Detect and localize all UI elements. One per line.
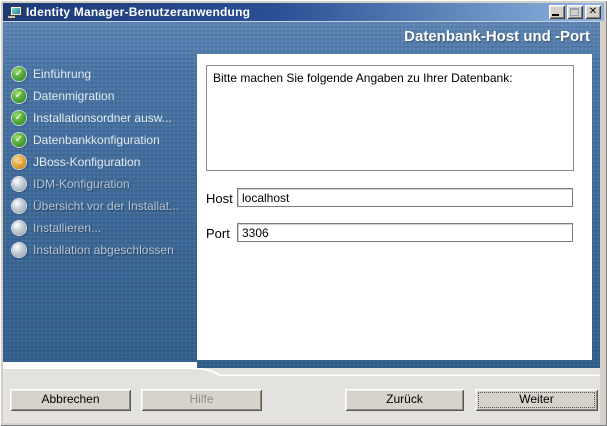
minimize-button[interactable] (549, 5, 565, 19)
check-icon: ✓ (12, 67, 26, 81)
circle-icon (12, 199, 26, 213)
sidebar-item-uebersicht: Übersicht vor der Installat... (12, 195, 196, 217)
content-panel: Bitte machen Sie folgende Angaben zu Ihr… (197, 54, 592, 360)
maximize-icon (570, 8, 579, 16)
host-label: Host (206, 191, 233, 206)
window-title: Identity Manager-Benutzeranwendung (26, 5, 251, 19)
sidebar-item-installation-abgeschlossen: Installation abgeschlossen (12, 239, 196, 261)
check-icon: ✓ (12, 133, 26, 147)
next-button[interactable]: Weiter (475, 389, 598, 411)
help-button[interactable]: Hilfe (141, 389, 262, 411)
installer-window: Identity Manager-Benutzeranwendung ✕ Dat… (0, 0, 607, 426)
arrow-right-icon: → (12, 155, 26, 169)
port-label: Port (206, 226, 230, 241)
button-bar: Abbrechen Hilfe Zurück Weiter (3, 368, 600, 423)
port-input[interactable] (237, 223, 573, 242)
sidebar-item-jboss-konfiguration: → JBoss-Konfiguration (12, 155, 141, 169)
application-icon (7, 5, 22, 19)
cancel-button[interactable]: Abbrechen (10, 389, 131, 411)
step-list: ✓ Einführung ✓ Datenmigration ✓ Installa… (12, 63, 196, 261)
sidebar-item-datenmigration: ✓ Datenmigration (12, 85, 196, 107)
footer-ridge-decoration (3, 368, 600, 377)
wizard-body: Datenbank-Host und -Port ✓ Einführung ✓ … (3, 21, 600, 368)
check-icon: ✓ (12, 111, 26, 125)
sidebar-item-einfuehrung: ✓ Einführung (12, 63, 196, 85)
titlebar: Identity Manager-Benutzeranwendung ✕ (3, 3, 604, 21)
sidebar-item-idm-konfiguration: IDM-Konfiguration (12, 173, 196, 195)
host-input[interactable] (237, 188, 573, 207)
sidebar-item-installieren: Installieren... (12, 217, 196, 239)
sidebar-item-installationsordner: ✓ Installationsordner ausw... (12, 107, 196, 129)
sidebar-item-datenbankkonfiguration: ✓ Datenbankkonfiguration (12, 129, 196, 151)
back-button[interactable]: Zurück (345, 389, 464, 411)
close-icon: ✕ (588, 6, 598, 17)
circle-icon (12, 177, 26, 191)
circle-icon (12, 243, 26, 257)
circle-icon (12, 221, 26, 235)
instruction-box: Bitte machen Sie folgende Angaben zu Ihr… (206, 65, 574, 171)
close-button[interactable]: ✕ (585, 5, 601, 19)
minimize-icon (552, 14, 559, 16)
maximize-button[interactable] (567, 5, 583, 19)
page-title: Datenbank-Host und -Port (404, 28, 590, 45)
check-icon: ✓ (12, 89, 26, 103)
